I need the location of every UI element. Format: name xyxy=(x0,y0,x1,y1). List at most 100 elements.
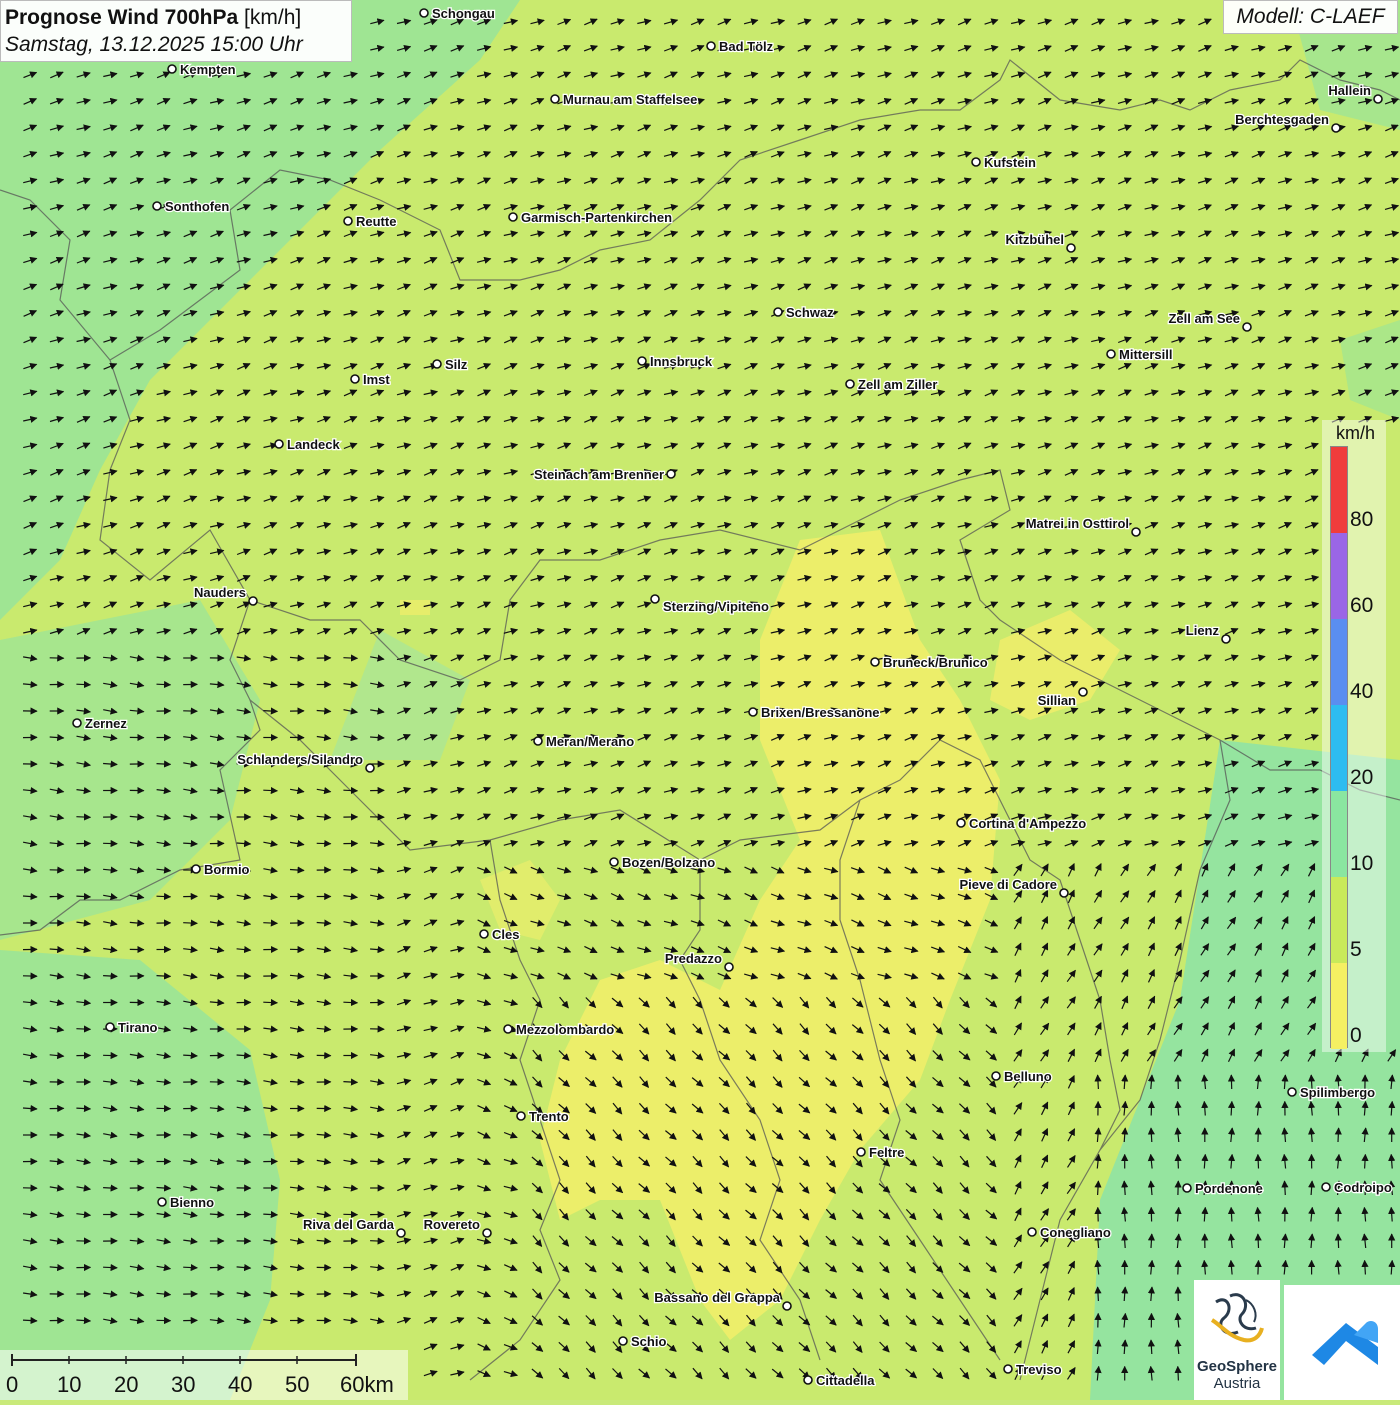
place-label: Conegliano xyxy=(1040,1225,1111,1240)
wind-arrow xyxy=(157,764,171,765)
place-label: Garmisch-Partenkirchen xyxy=(521,210,672,225)
place-marker xyxy=(366,764,374,772)
place-marker xyxy=(168,65,176,73)
scale-label-10: 10 xyxy=(57,1372,81,1398)
title-main: Prognose Wind 700hPa xyxy=(5,6,238,29)
wind-arrow xyxy=(263,790,277,791)
legend-seg-blue xyxy=(1331,619,1347,705)
place-label: Trento xyxy=(529,1109,569,1124)
forecast-datetime: Samstag, 13.12.2025 15:00 Uhr xyxy=(5,31,347,58)
place-marker xyxy=(1222,635,1230,643)
place-label: Schlanders/Silandro xyxy=(237,752,363,767)
wind-arrow xyxy=(1338,1234,1339,1248)
place-label: Steinach am Brenner xyxy=(534,467,664,482)
wind-arrow xyxy=(1365,1261,1366,1275)
wind-arrow xyxy=(76,684,90,685)
scale-label-0: 0 xyxy=(6,1372,18,1398)
place-label: Pieve di Cadore xyxy=(959,877,1057,892)
place-label: Bormio xyxy=(204,862,250,877)
legend-label-20: 20 xyxy=(1350,766,1373,790)
place-label: Hallein xyxy=(1328,83,1371,98)
place-marker xyxy=(804,1376,812,1384)
wind-arrow xyxy=(23,1320,37,1321)
wind-arrow xyxy=(290,1294,304,1295)
place-label: Bassano del Grappa xyxy=(654,1290,780,1305)
wind-arrow xyxy=(1178,1155,1179,1169)
place-label: Tirano xyxy=(118,1020,158,1035)
wind-arrow xyxy=(183,843,197,844)
place-label: Feltre xyxy=(869,1145,904,1160)
wind-arrow xyxy=(343,1002,357,1003)
place-label: Silz xyxy=(445,357,468,372)
place-marker xyxy=(1288,1088,1296,1096)
map-title: Prognose Wind 700hPa [km/h] xyxy=(5,4,347,31)
place-label: Predazzo xyxy=(665,951,722,966)
place-marker xyxy=(871,658,879,666)
place-label: Kempten xyxy=(180,62,236,77)
color-legend: km/h 80 60 40 20 10 5 0 xyxy=(1322,420,1386,1052)
place-marker xyxy=(774,308,782,316)
wind-arrow xyxy=(76,1108,90,1109)
place-label: Reutte xyxy=(356,214,396,229)
wind-arrow xyxy=(1258,1128,1259,1142)
place-marker xyxy=(551,95,559,103)
place-label: Schongau xyxy=(432,6,495,21)
scale-label-60km: 60km xyxy=(340,1372,394,1398)
wind-arrow xyxy=(76,896,90,897)
cloud-arrow-icon xyxy=(1284,1285,1400,1400)
place-marker xyxy=(725,963,733,971)
place-marker xyxy=(651,595,659,603)
place-label: Innsbruck xyxy=(650,354,713,369)
wind-arrow xyxy=(1151,1234,1152,1248)
wind-arrow xyxy=(343,790,357,791)
logo-name: GeoSphere xyxy=(1194,1358,1280,1375)
place-marker xyxy=(1067,244,1075,252)
place-marker xyxy=(153,202,161,210)
place-label: Lienz xyxy=(1186,623,1220,638)
place-marker xyxy=(397,1229,405,1237)
place-label: Imst xyxy=(363,372,390,387)
place-label: Schwaz xyxy=(786,305,834,320)
place-label: Mittersill xyxy=(1119,347,1172,362)
wind-arrow xyxy=(1151,1128,1152,1142)
place-marker xyxy=(534,737,542,745)
wind-arrow xyxy=(370,1241,384,1242)
legend-label-0: 0 xyxy=(1350,1024,1362,1048)
place-label: Kufstein xyxy=(984,155,1036,170)
wind-arrow xyxy=(1338,1102,1339,1116)
place-label: Sonthofen xyxy=(165,199,229,214)
legend-seg-yellow xyxy=(1331,963,1347,1049)
place-label: Matrei in Osttirol xyxy=(1026,516,1129,531)
place-marker xyxy=(992,1072,1000,1080)
wind-arrow xyxy=(157,976,171,977)
place-marker xyxy=(483,1229,491,1237)
place-label: Brixen/Bressanone xyxy=(761,705,880,720)
wind-arrow xyxy=(103,1188,117,1189)
place-marker xyxy=(972,158,980,166)
wind-arrow xyxy=(183,923,197,924)
wind-arrow xyxy=(370,1161,384,1162)
geosphere-logo[interactable]: GeoSphere Austria xyxy=(1194,1280,1280,1400)
legend-unit: km/h xyxy=(1336,423,1375,444)
wind-arrow xyxy=(263,1135,277,1136)
place-label: Kitzbühel xyxy=(1006,232,1065,247)
place-marker xyxy=(158,1198,166,1206)
place-label: Schio xyxy=(631,1334,666,1349)
wind-arrow xyxy=(1258,1155,1259,1169)
weather-app-logo[interactable] xyxy=(1284,1285,1400,1400)
wind-arrow xyxy=(263,1214,277,1215)
wind-arrow xyxy=(183,1135,197,1136)
legend-label-60: 60 xyxy=(1350,594,1373,618)
scale-label-40: 40 xyxy=(228,1372,252,1398)
wind-arrow xyxy=(76,817,90,818)
wind-arrow xyxy=(263,1002,277,1003)
legend-seg-red xyxy=(1331,447,1347,533)
place-marker xyxy=(433,360,441,368)
legend-label-5: 5 xyxy=(1350,938,1362,962)
place-marker xyxy=(1132,528,1140,536)
place-label: Sterzing/Vipiteno xyxy=(663,599,769,614)
wind-arrow xyxy=(183,1055,197,1056)
place-marker xyxy=(1332,124,1340,132)
place-marker xyxy=(1243,323,1251,331)
place-marker xyxy=(1028,1228,1036,1236)
